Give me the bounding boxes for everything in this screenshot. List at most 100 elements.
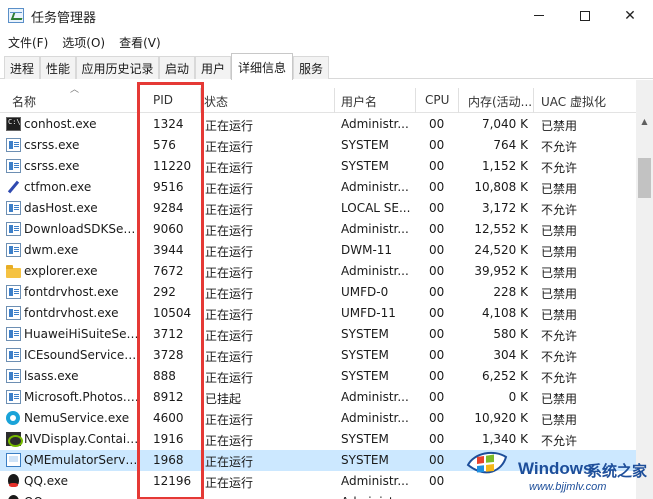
table-row[interactable]: HuaweiHiSuiteServi... 3712 正在运行 SYSTEM 00 580… [0, 324, 636, 345]
process-user: DWM-11 [341, 243, 393, 257]
process-cpu: 00 [429, 369, 445, 383]
process-user: SYSTEM [341, 327, 389, 341]
column-divider[interactable] [458, 88, 459, 113]
tab-bar: 进程 性能 应用历史记录 启动 用户 详细信息 服务 [0, 53, 653, 80]
table-row[interactable]: QQ... Administr... [0, 492, 636, 499]
details-table: ︿ 名称 PID 状态 用户名 CPU 内存(活动... UAC 虚拟化 con… [0, 80, 636, 499]
process-pid: 1968 [153, 453, 184, 467]
process-name: dasHost.exe [24, 201, 98, 215]
maximize-button[interactable] [562, 0, 608, 31]
vertical-scrollbar[interactable]: ▲ [636, 80, 653, 499]
process-uac: 已禁用 [541, 224, 578, 238]
table-row[interactable]: csrss.exe 11220 正在运行 SYSTEM 00 1,152 K 不允许 [0, 156, 636, 177]
table-row[interactable]: fontdrvhost.exe 10504 正在运行 UMFD-11 00 4,108 K… [0, 303, 636, 324]
table-row[interactable]: lsass.exe 888 正在运行 SYSTEM 00 6,252 K 不允许 [0, 366, 636, 387]
table-row[interactable]: QMEmulatorServic... 1968 正在运行 SYSTEM 00 [0, 450, 636, 471]
menu-options[interactable]: 选项(O) [54, 34, 111, 51]
process-icon [6, 201, 21, 215]
minimize-button[interactable] [516, 0, 562, 31]
table-row[interactable]: fontdrvhost.exe 292 正在运行 UMFD-0 00 228 K 已禁用 [0, 282, 636, 303]
table-row[interactable]: NemuService.exe 4600 正在运行 Administr... 00 10,… [0, 408, 636, 429]
process-memory: 3,172 K [481, 201, 528, 215]
column-header-pid[interactable]: PID [153, 93, 173, 107]
process-uac: 已禁用 [541, 413, 578, 427]
scroll-up-icon[interactable]: ▲ [636, 113, 653, 130]
process-user: Administr... [341, 390, 409, 404]
process-memory: 1,340 K [481, 432, 528, 446]
tab-details[interactable]: 详细信息 [231, 53, 293, 80]
process-name: QMEmulatorServic... [24, 453, 139, 467]
console-icon [6, 117, 21, 131]
column-divider[interactable] [533, 88, 534, 113]
process-pid: 888 [153, 369, 176, 383]
process-user: LOCAL SE... [341, 201, 411, 215]
process-pid: 9060 [153, 222, 184, 236]
nemu-icon [6, 411, 21, 425]
tab-services[interactable]: 服务 [293, 56, 329, 79]
process-name: NVDisplay.Contain... [24, 432, 139, 446]
menu-bar: 文件(F) 选项(O) 查看(V) [0, 31, 653, 53]
table-row[interactable]: Microsoft.Photos.e... 8912 已挂起 Administr...… [0, 387, 636, 408]
nvidia-icon [6, 432, 23, 447]
column-header-name[interactable]: 名称 [12, 93, 36, 110]
tab-performance[interactable]: 性能 [40, 56, 76, 79]
process-cpu: 00 [429, 243, 445, 257]
process-pid: 4600 [153, 411, 184, 425]
process-icon [6, 138, 21, 152]
process-pid: 3728 [153, 348, 184, 362]
process-uac: 不允许 [541, 434, 578, 448]
process-name: lsass.exe [24, 369, 79, 383]
column-divider[interactable] [139, 88, 140, 113]
process-user: Administr... [341, 117, 409, 131]
scroll-thumb[interactable] [638, 158, 651, 198]
close-button[interactable]: ✕ [607, 0, 653, 31]
table-row[interactable]: dwm.exe 3944 正在运行 DWM-11 00 24,520 K 已禁用 [0, 240, 636, 261]
table-row[interactable]: NVDisplay.Contain... 1916 正在运行 SYSTEM 00 1,34… [0, 429, 636, 450]
table-row[interactable]: dasHost.exe 9284 正在运行 LOCAL SE... 00 3,172 K 不… [0, 198, 636, 219]
table-row[interactable]: DownloadSDKServ... 9060 正在运行 Administr... 00… [0, 219, 636, 240]
process-uac: 不允许 [541, 371, 578, 385]
column-header-memory[interactable]: 内存(活动... [468, 93, 532, 110]
process-icon [6, 285, 21, 299]
process-name: ICEsoundService64... [24, 348, 139, 362]
tab-app-history[interactable]: 应用历史记录 [76, 56, 159, 79]
tab-startup[interactable]: 启动 [159, 56, 195, 79]
process-pid: 1916 [153, 432, 184, 446]
tab-users[interactable]: 用户 [195, 56, 231, 79]
process-status: 正在运行 [205, 161, 254, 175]
table-row[interactable]: explorer.exe 7672 正在运行 Administr... 00 39,952… [0, 261, 636, 282]
process-pid: 9284 [153, 201, 184, 215]
process-memory: 304 K [493, 348, 528, 362]
table-row[interactable]: conhost.exe 1324 正在运行 Administr... 00 7,040 K… [0, 114, 636, 135]
process-icon [6, 348, 21, 362]
process-name: conhost.exe [24, 117, 97, 131]
column-header-user[interactable]: 用户名 [341, 93, 377, 110]
column-divider[interactable] [415, 88, 416, 113]
column-header-cpu[interactable]: CPU [425, 93, 449, 107]
column-divider[interactable] [334, 88, 335, 113]
process-status: 正在运行 [205, 413, 254, 427]
process-user: UMFD-0 [341, 285, 389, 299]
column-divider[interactable] [200, 88, 201, 113]
process-uac: 不允许 [541, 350, 578, 364]
tab-processes[interactable]: 进程 [4, 56, 40, 79]
emulator-icon [6, 453, 21, 467]
table-row[interactable]: ICEsoundService64... 3728 正在运行 SYSTEM 00 304 … [0, 345, 636, 366]
menu-file[interactable]: 文件(F) [0, 34, 54, 51]
table-row[interactable]: QQ.exe 12196 正在运行 Administr... 00 [0, 471, 636, 492]
process-pid: 292 [153, 285, 176, 299]
process-cpu: 00 [429, 348, 445, 362]
table-row[interactable]: csrss.exe 576 正在运行 SYSTEM 00 764 K 不允许 [0, 135, 636, 156]
column-header-uac[interactable]: UAC 虚拟化 [541, 93, 606, 110]
process-name: csrss.exe [24, 138, 80, 152]
task-manager-icon [8, 8, 24, 23]
process-user: SYSTEM [341, 159, 389, 173]
process-uac: 已禁用 [541, 245, 578, 259]
process-name: explorer.exe [24, 264, 98, 278]
process-user: SYSTEM [341, 432, 389, 446]
menu-view[interactable]: 查看(V) [111, 34, 167, 51]
column-header-status[interactable]: 状态 [204, 93, 228, 110]
process-uac: 已禁用 [541, 308, 578, 322]
process-icon [6, 159, 21, 173]
table-row[interactable]: ctfmon.exe 9516 正在运行 Administr... 00 10,808 K… [0, 177, 636, 198]
